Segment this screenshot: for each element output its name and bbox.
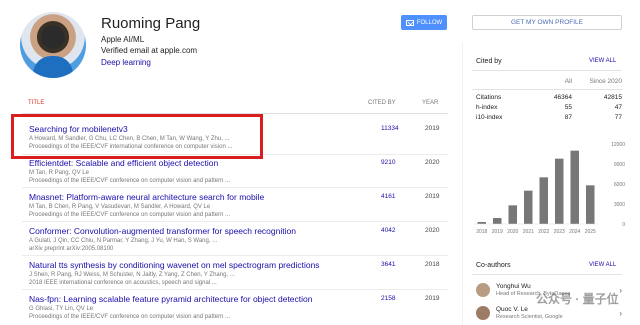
divider [22, 255, 448, 256]
cited-by-count-link[interactable]: 4161 [381, 193, 395, 200]
divider [22, 221, 448, 222]
avatar [20, 12, 86, 78]
chart-bar-2021[interactable] [523, 190, 533, 224]
follow-label: FOLLOW [416, 19, 443, 26]
x-tick-label: 2023 [554, 229, 565, 235]
profile-name: Ruoming Pang [101, 15, 201, 32]
article-venue: 2018 IEEE international conference on ac… [29, 280, 217, 286]
article-venue: Proceedings of the IEEE/CVF conference o… [29, 178, 231, 184]
article-year: 2019 [425, 295, 440, 302]
cited-by-count-link[interactable]: 3641 [381, 261, 395, 268]
table-row: Nas-fpn: Learning scalable feature pyram… [29, 294, 449, 320]
citations-per-year-chart: 2018 2019 2020 2021 2022 2023 2024 2025 0 3000 600… [474, 142, 625, 235]
coauthor-item[interactable]: Quoc V. Le Research Scientist, Google › [476, 306, 626, 325]
x-tick-label: 2019 [492, 229, 503, 235]
chart-bar-2024[interactable] [570, 150, 580, 224]
chevron-right-icon[interactable]: › [619, 309, 622, 318]
stats-all: 55 [564, 104, 572, 111]
stats-label: h-index [476, 104, 498, 111]
stats-col-all: All [564, 78, 572, 85]
article-year: 2020 [425, 227, 440, 234]
x-tick-label: 2024 [569, 229, 580, 235]
article-venue: Proceedings of the IEEE/CVF conference o… [29, 212, 231, 218]
watermark: 公众号 · 量子位 [536, 292, 619, 306]
cited-by-view-all-link[interactable]: VIEW ALL [589, 58, 616, 64]
divider [22, 187, 448, 188]
table-row: Mnasnet: Platform-aware neural architect… [29, 192, 449, 218]
x-tick-label: 2022 [538, 229, 549, 235]
article-authors: M Tan, R Pang, QV Le [29, 170, 89, 176]
cited-by-count-link[interactable]: 4042 [381, 227, 395, 234]
article-year: 2019 [425, 125, 440, 132]
research-interest-link[interactable]: Deep learning [101, 58, 151, 67]
article-venue: Proceedings of the IEEE/CVF conference o… [29, 314, 231, 320]
table-row: Efficientdet: Scalable and efficient obj… [29, 158, 449, 184]
profile-affiliation: Apple AI/ML [101, 35, 145, 44]
divider [22, 289, 448, 290]
coauthor-name[interactable]: Yonghui Wu [496, 283, 531, 290]
cited-by-count-link[interactable]: 11334 [381, 125, 399, 132]
citation-stats-table: All Since 2020 Citations 46364 42815 h-i… [476, 78, 622, 124]
chart-bar-2022[interactable] [539, 177, 549, 224]
chart-bar-2020[interactable] [508, 205, 518, 224]
y-tick-label: 6000 [614, 182, 625, 188]
coauthor-name[interactable]: Quoc V. Le [496, 306, 528, 313]
coauthor-role: Research Scientist, Google [496, 314, 563, 320]
article-authors: J Shen, R Pang, RJ Weiss, M Schuster, N … [29, 272, 235, 278]
y-tick-label: 12000 [611, 142, 625, 148]
x-tick-label: 2021 [523, 229, 534, 235]
chevron-right-icon[interactable]: › [619, 286, 622, 295]
x-tick-label: 2018 [476, 229, 487, 235]
x-tick-label: 2020 [507, 229, 518, 235]
cited-by-heading: Cited by [476, 58, 502, 65]
article-year: 2018 [425, 261, 440, 268]
stats-col-since: Since 2020 [589, 78, 622, 85]
coauthor-avatar [476, 283, 490, 297]
article-venue: arXiv preprint arXiv:2005.08100 [29, 246, 114, 252]
stats-label: Citations [476, 94, 502, 101]
sort-by-cited[interactable]: CITED BY [368, 100, 396, 106]
stats-all: 46364 [553, 94, 572, 101]
coauthors-heading: Co-authors [476, 262, 511, 269]
article-year: 2020 [425, 159, 440, 166]
stats-all: 87 [564, 114, 572, 121]
article-authors: G Ghiasi, TY Lin, QV Le [29, 306, 94, 312]
chart-bar-2018[interactable] [477, 222, 487, 224]
x-tick-label: 2025 [585, 229, 596, 235]
divider [472, 89, 622, 90]
divider [472, 274, 622, 275]
sort-by-title[interactable]: TITLE [28, 100, 44, 106]
y-tick-label: 0 [622, 222, 625, 228]
divider [472, 70, 622, 71]
stats-label: i10-index [476, 114, 503, 121]
chart-bar-2019[interactable] [492, 218, 502, 224]
cited-by-count-link[interactable]: 2158 [381, 295, 395, 302]
stats-since: 42815 [603, 94, 622, 101]
article-authors: M Tan, B Chen, R Pang, V Vasudevan, M Sa… [29, 204, 211, 210]
mail-icon [405, 19, 414, 26]
y-tick-label: 3000 [614, 202, 625, 208]
highlight-box [11, 114, 263, 159]
stats-since: 47 [614, 104, 622, 111]
stats-since: 77 [614, 114, 622, 121]
coauthor-avatar [476, 306, 490, 320]
sort-by-year[interactable]: YEAR [422, 100, 438, 106]
table-row: Natural tts synthesis by conditioning wa… [29, 260, 449, 286]
cited-by-count-link[interactable]: 9210 [381, 159, 395, 166]
article-authors: A Gulati, J Qin, CC Chiu, N Parmar, Y Zh… [29, 238, 218, 244]
chart-bar-2025[interactable] [585, 185, 595, 224]
table-row: Conformer: Convolution-augmented transfo… [29, 226, 449, 252]
y-tick-label: 9000 [614, 162, 625, 168]
follow-button[interactable]: FOLLOW [401, 15, 447, 30]
get-my-own-profile-button[interactable]: GET MY OWN PROFILE [472, 15, 622, 30]
chart-bar-2023[interactable] [554, 158, 564, 224]
profile-email: Verified email at apple.com [101, 46, 198, 55]
coauthors-view-all-link[interactable]: VIEW ALL [589, 262, 616, 268]
article-year: 2019 [425, 193, 440, 200]
